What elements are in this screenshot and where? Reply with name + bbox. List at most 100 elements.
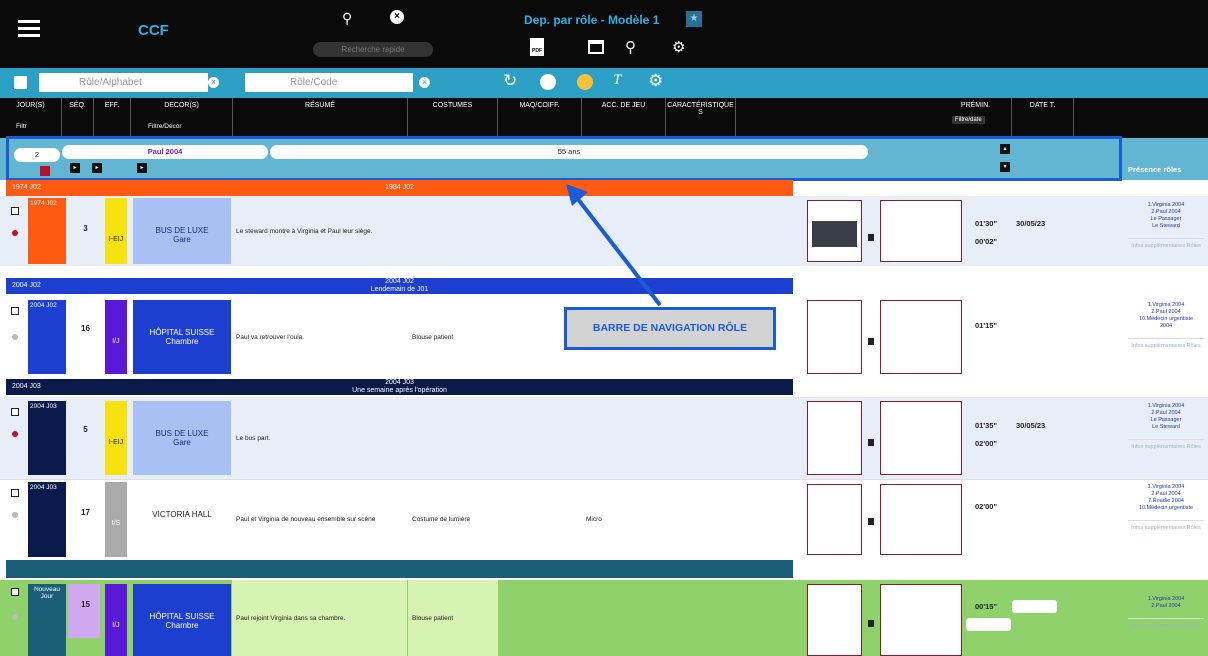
roles-list: 1.Virginia 2004 2.Paul 2004 Le Passager Le … — [1128, 403, 1204, 451]
clear-code-icon[interactable]: × — [419, 77, 430, 88]
col-acc[interactable]: ACC. DE JEU — [602, 102, 646, 109]
col-resume[interactable]: RÉSUMÉ — [305, 102, 335, 109]
row-checkbox[interactable] — [11, 408, 19, 416]
decor-cell: HÔPITAL SUISSE Chambre — [133, 584, 231, 656]
status-dot — [12, 230, 18, 236]
top-toolbar: CCF ⚲ × Recherche rapide Dep. par rôle -… — [0, 0, 1208, 68]
clear-format-icon[interactable]: T — [613, 72, 621, 89]
filtre-decor-dropdown[interactable]: Filtre/Décor — [148, 123, 182, 130]
resume-text: Paul rejoint Virginia dans sa chambre. — [232, 580, 407, 656]
search-input[interactable]: Recherche rapide — [313, 42, 433, 57]
select-all-checkbox[interactable] — [14, 76, 27, 89]
search-icon[interactable]: ⚲ — [342, 10, 352, 27]
column-header: JOUR(S) SÉQ. EFF. DECOR(S) RÉSUMÉ COSTUM… — [0, 98, 1208, 138]
day-separator — [6, 560, 793, 578]
acc-text: Micro — [586, 516, 602, 523]
group-icon[interactable] — [540, 74, 556, 90]
user-settings-icon[interactable]: ⚙ — [672, 38, 685, 56]
eff-badge: I/S — [105, 482, 127, 557]
filtr-dropdown[interactable]: Filtr — [6, 123, 27, 130]
refresh-icon[interactable]: ↻ — [503, 71, 517, 91]
table-icon[interactable] — [588, 40, 604, 54]
settings-icon[interactable]: ⚙ — [648, 71, 663, 91]
table-row[interactable]: 2004 J03 5 I-EIJ BUS DE LUXE Gare Le bus … — [0, 397, 1208, 479]
date-value: 30/05/23 — [1016, 219, 1046, 228]
roles-list: 1.Virginia 2004 2.Paul 2004 Infos suppléme… — [1128, 596, 1204, 630]
time-1: 01'30" — [975, 219, 998, 228]
costume-text: Blouse patient — [412, 333, 454, 341]
layout-title: Dep. par rôle - Modèle 1 — [524, 13, 660, 27]
col-maq[interactable]: MAQ/COIFF. — [519, 102, 559, 109]
menu-icon[interactable] — [18, 20, 40, 38]
photo-box[interactable] — [807, 300, 862, 374]
col-costumes[interactable]: COSTUMES — [433, 102, 473, 109]
notes-box[interactable] — [880, 200, 962, 262]
photo-box[interactable] — [807, 584, 862, 656]
resume-text: Paul et Virginia de nouveau ensemble sur… — [236, 516, 376, 523]
resume-text: Le bus part. — [236, 434, 271, 442]
time-input[interactable] — [966, 618, 1011, 631]
table-row[interactable]: Nouveau Jour 15 I/J HÔPITAL SUISSE Chambr… — [0, 580, 1208, 656]
row-checkbox[interactable] — [11, 207, 19, 215]
costume-text: Blouse patient — [408, 580, 498, 656]
role-code-select[interactable]: Rôle/Code — [245, 73, 413, 92]
row-checkbox[interactable] — [11, 588, 19, 596]
photo-box[interactable] — [807, 484, 862, 555]
time-1: 02'00" — [975, 502, 998, 511]
seq-number: 3 — [83, 224, 88, 233]
eff-badge: I-EIJ — [105, 401, 127, 475]
clear-search-icon[interactable]: × — [390, 10, 404, 24]
decor-cell: HÔPITAL SUISSE Chambre — [133, 300, 231, 374]
date-input[interactable] — [1012, 600, 1057, 613]
col-seq[interactable]: SÉQ. — [69, 102, 86, 109]
notes-box[interactable] — [880, 584, 962, 656]
day-cell: 2004 J03 — [28, 482, 66, 557]
search-tool-icon[interactable]: ⚲ — [625, 38, 636, 56]
roles-list: 1.Virginia 2004 2.Paul 2004 Le Passager Le … — [1128, 202, 1204, 250]
eff-badge: I-EIJ — [105, 198, 127, 264]
row-checkbox[interactable] — [11, 489, 19, 497]
notes-box[interactable] — [880, 401, 962, 475]
annotation-label: BARRE DE NAVIGATION RÔLE — [564, 307, 776, 350]
decor-cell: BUS DE LUXE Gare — [133, 401, 231, 475]
decor-cell: VICTORIA HALL — [133, 482, 231, 557]
time-2: 02'00" — [975, 439, 998, 448]
day-cell: 2004 J02 — [28, 300, 66, 374]
costume-text: Costume de lumière — [412, 516, 471, 523]
notes-box[interactable] — [880, 484, 962, 555]
seq-number: 15 — [81, 600, 90, 609]
filtre-date-dropdown[interactable]: Filtre/date — [952, 116, 985, 124]
col-carac[interactable]: CARACTÉRISTIQUE S — [667, 102, 734, 116]
role-alpha-select[interactable]: Rôle/Alphabet — [39, 73, 208, 92]
day-separator: 2004 J03 2004 J03 Une semaine après l'opér… — [6, 379, 793, 395]
eff-badge: I/J — [105, 300, 127, 374]
roles-list: 1.Virginia 2004 2.Paul 2004 7.Roadie 2004 1… — [1128, 484, 1204, 532]
col-date[interactable]: DATE T. — [1030, 102, 1055, 109]
notes-box[interactable] — [880, 300, 962, 374]
photo-box[interactable] — [807, 200, 862, 262]
eff-badge: I/J — [105, 584, 127, 656]
col-jours[interactable]: JOUR(S) — [16, 102, 44, 109]
time-1: 01'15" — [975, 321, 998, 330]
col-premin[interactable]: PRÉMIN. — [961, 102, 990, 109]
col-eff[interactable]: EFF. — [105, 102, 119, 109]
row-checkbox[interactable] — [11, 307, 19, 315]
status-dot — [12, 614, 18, 620]
clear-alpha-icon[interactable]: × — [208, 77, 219, 88]
photo-box[interactable] — [807, 401, 862, 475]
time-2: 00'02" — [975, 237, 998, 246]
status-dot — [12, 334, 18, 340]
pdf-icon[interactable]: PDF — [530, 38, 544, 56]
time-1: 00'15" — [975, 602, 998, 611]
seq-number: 16 — [81, 324, 90, 333]
table-row[interactable]: 2004 J03 17 I/S VICTORIA HALL Paul et Vi… — [0, 479, 1208, 558]
annotation-arrow — [566, 184, 662, 307]
resume-text: Paul va retrouver l'oula. — [236, 333, 305, 341]
resume-text: Le steward montre à Virginia et Paul leu… — [236, 227, 373, 235]
day-cell: 2004 J03 — [28, 401, 66, 475]
presence-roles-label: Présence rôles — [1128, 165, 1182, 174]
col-decors[interactable]: DECOR(S) — [164, 102, 199, 109]
star-icon[interactable]: ★ — [686, 11, 702, 27]
status-dot — [12, 431, 18, 437]
smiley-icon[interactable] — [577, 74, 593, 90]
